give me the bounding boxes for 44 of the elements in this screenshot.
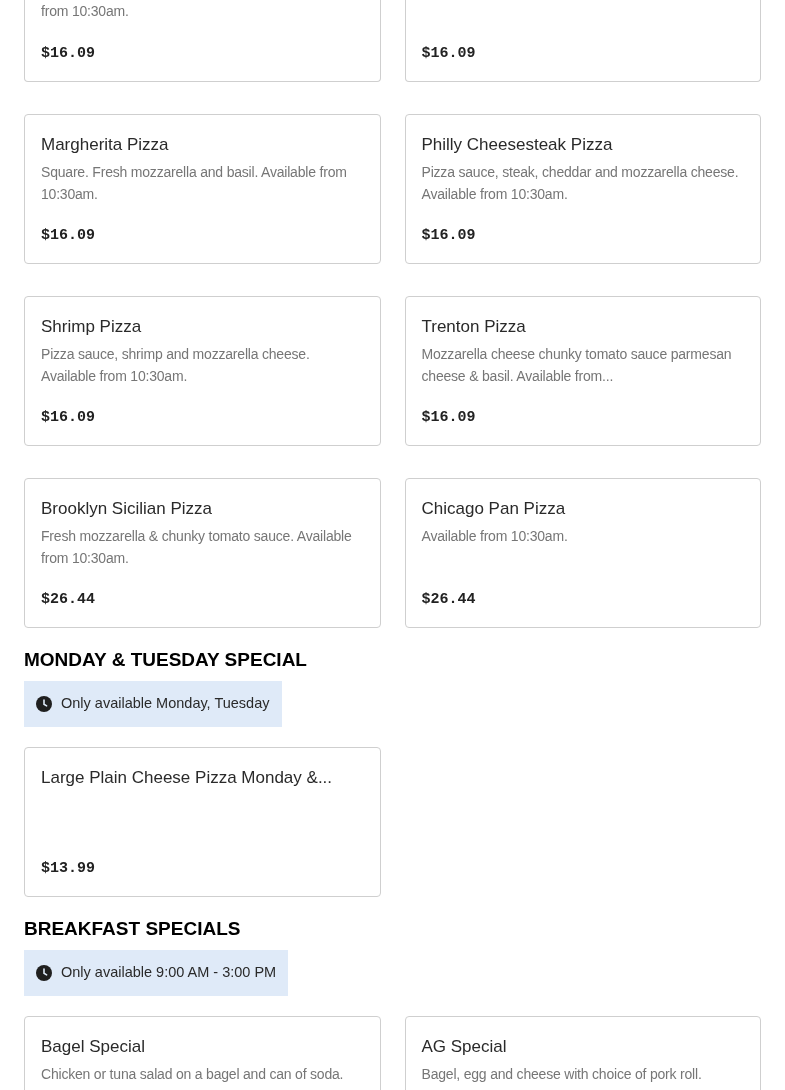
- item-price: $16.09: [41, 43, 96, 64]
- item-price: $16.09: [421, 225, 477, 246]
- item-name: Margherita Pizza: [41, 134, 170, 156]
- menu-item-card[interactable]: from 10:30am. $16.09: [24, 0, 381, 82]
- item-name: Shrimp Pizza: [41, 316, 143, 338]
- item-description: Bagel, egg and cheese with choice of pork roll.: [421, 1065, 703, 1084]
- item-name: Trenton Pizza: [421, 316, 527, 338]
- menu-item-card[interactable]: Chicago Pan Pizza Available from 10:30am. $26.44: [404, 478, 761, 628]
- menu-item-card[interactable]: Large Plain Cheese Pizza Monday &... $13.99: [24, 747, 381, 897]
- item-description: from 10:30am.: [41, 2, 130, 21]
- menu-item-card[interactable]: Brooklyn Sicilian Pizza Fresh mozzarella & chunky tomato sauce. Available from 10:30am. $26.44: [24, 478, 381, 628]
- availability-text: Only available 9:00 AM - 3:00 PM: [61, 963, 277, 983]
- menu-item-card[interactable]: Shrimp Pizza Pizza sauce, shrimp and mozzarella cheese. Available from 10:30am. $16.09: [24, 296, 381, 446]
- item-price: $26.44: [421, 589, 477, 610]
- menu-item-card[interactable]: AG Special Bagel, egg and cheese with choice of pork roll.: [404, 1016, 761, 1090]
- item-name: Large Plain Cheese Pizza Monday &...: [41, 767, 334, 789]
- item-name: Brooklyn Sicilian Pizza: [41, 498, 213, 520]
- item-name: AG Special: [421, 1036, 508, 1058]
- menu-item-card[interactable]: $16.09: [404, 0, 761, 82]
- item-price: $26.44: [41, 589, 96, 610]
- item-price: $16.09: [421, 407, 477, 428]
- section-heading: BREAKFAST SPECIALS: [24, 917, 242, 941]
- item-description: Fresh mozzarella & chunky tomato sauce. Available from 10:30am.: [41, 527, 353, 568]
- item-name: Bagel Special: [41, 1036, 146, 1058]
- item-price: $16.09: [421, 43, 477, 64]
- item-price: $16.09: [41, 407, 96, 428]
- section-heading: MONDAY & TUESDAY SPECIAL: [24, 648, 308, 672]
- availability-text: Only available Monday, Tuesday: [61, 694, 270, 714]
- item-description: Pizza sauce, steak, cheddar and mozzarella cheese. Available from 10:30am.: [421, 163, 740, 204]
- menu-item-card[interactable]: Bagel Special Chicken or tuna salad on a bagel and can of soda.: [24, 1016, 381, 1090]
- item-description: Mozzarella cheese chunky tomato sauce parmesan cheese & basil. Available from...: [421, 345, 733, 386]
- item-price: $13.99: [41, 858, 96, 879]
- item-price: $16.09: [41, 225, 96, 246]
- clock-icon: [36, 696, 52, 712]
- menu-item-card[interactable]: Trenton Pizza Mozzarella cheese chunky tomato sauce parmesan cheese & basil. Available from... $16.09: [404, 296, 761, 446]
- menu-item-card[interactable]: Philly Cheesesteak Pizza Pizza sauce, steak, cheddar and mozzarella cheese. Available from 10:30am. $16.09: [404, 114, 761, 264]
- item-description: Available from 10:30am.: [421, 527, 569, 546]
- item-description: Square. Fresh mozzarella and basil. Available from 10:30am.: [41, 163, 348, 204]
- item-name: Chicago Pan Pizza: [421, 498, 567, 520]
- clock-icon: [36, 965, 52, 981]
- item-description: Chicken or tuna salad on a bagel and can of soda.: [41, 1065, 345, 1084]
- item-name: Philly Cheesesteak Pizza: [421, 134, 614, 156]
- menu-item-card[interactable]: Margherita Pizza Square. Fresh mozzarella and basil. Available from 10:30am. $16.09: [24, 114, 381, 264]
- item-description: Pizza sauce, shrimp and mozzarella cheese. Available from 10:30am.: [41, 345, 311, 386]
